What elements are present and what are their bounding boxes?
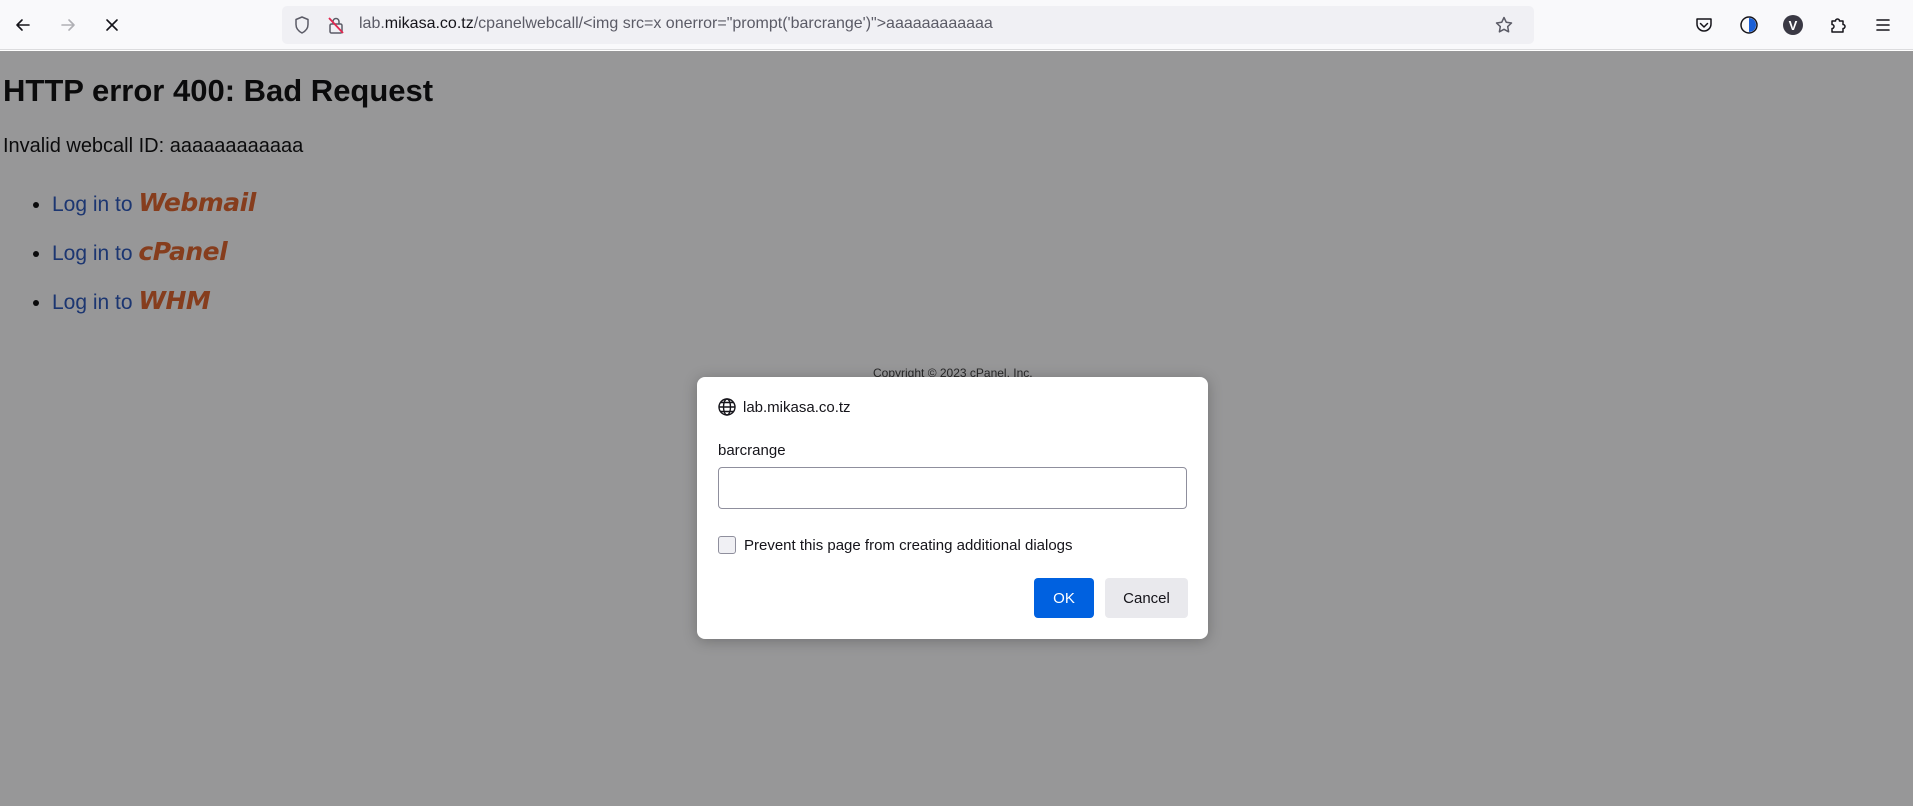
- globe-icon: [718, 398, 736, 416]
- prevent-dialogs-label: Prevent this page from creating addition…: [744, 536, 1073, 554]
- account-avatar-icon[interactable]: V: [1778, 10, 1808, 40]
- url-prefix: lab.: [359, 15, 385, 32]
- bookmark-star-icon[interactable]: [1494, 15, 1514, 35]
- tracking-protection-shield-icon[interactable]: [292, 15, 312, 35]
- hamburger-menu-icon[interactable]: [1868, 10, 1898, 40]
- insecure-lock-icon[interactable]: [326, 15, 346, 35]
- pocket-icon[interactable]: [1689, 10, 1719, 40]
- extensions-puzzle-icon[interactable]: [1823, 10, 1853, 40]
- ok-button[interactable]: OK: [1034, 578, 1094, 618]
- cancel-button[interactable]: Cancel: [1105, 578, 1188, 618]
- dialog-origin: lab.mikasa.co.tz: [717, 397, 851, 417]
- prompt-input[interactable]: [718, 467, 1187, 509]
- address-bar[interactable]: lab.mikasa.co.tz/cpanelwebcall/<img src=…: [282, 6, 1534, 44]
- prevent-dialogs-row[interactable]: Prevent this page from creating addition…: [718, 536, 1073, 554]
- stop-loading-icon[interactable]: [97, 10, 127, 40]
- browser-toolbar: lab.mikasa.co.tz/cpanelwebcall/<img src=…: [0, 0, 1913, 50]
- prompt-dialog: lab.mikasa.co.tz barcrange Prevent this …: [697, 377, 1208, 639]
- prevent-dialogs-checkbox[interactable]: [718, 536, 736, 554]
- dark-mode-extension-icon[interactable]: [1734, 10, 1764, 40]
- url-host: mikasa.co.tz: [384, 15, 474, 32]
- forward-arrow-icon[interactable]: [53, 10, 83, 40]
- dialog-origin-text: lab.mikasa.co.tz: [743, 398, 851, 416]
- dialog-message: barcrange: [718, 442, 786, 459]
- url-text[interactable]: lab.mikasa.co.tz/cpanelwebcall/<img src=…: [359, 15, 993, 33]
- back-arrow-icon[interactable]: [8, 10, 38, 40]
- url-path: /cpanelwebcall/<img src=x onerror="promp…: [473, 15, 993, 32]
